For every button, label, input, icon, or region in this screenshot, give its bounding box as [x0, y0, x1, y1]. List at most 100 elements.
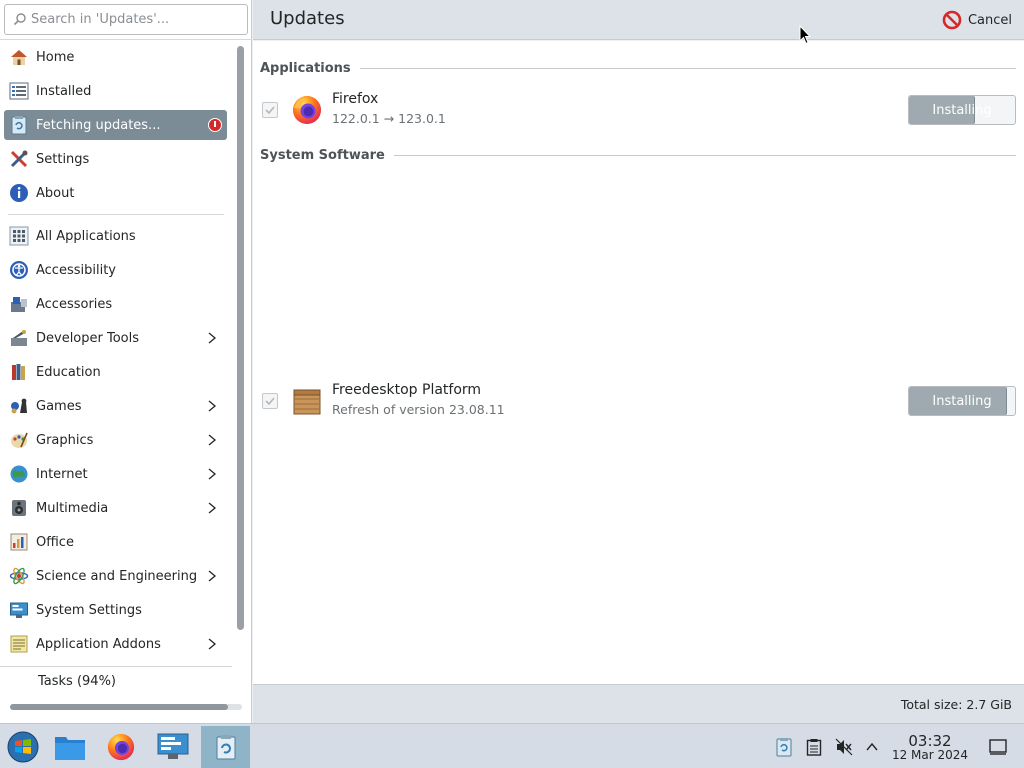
- cancel-icon: [942, 10, 962, 30]
- sidebar-item-office[interactable]: Office: [4, 527, 227, 557]
- sidebar-item-installed[interactable]: Installed: [4, 76, 227, 106]
- volume-muted-icon[interactable]: [833, 736, 855, 758]
- sidebar-item-label: Developer Tools: [36, 330, 140, 346]
- header: Updates Cancel: [253, 0, 1024, 40]
- sidebar-item-label: Science and Engineering: [36, 568, 198, 584]
- update-item-freedesktop-platform: Freedesktop Platform Refresh of version …: [253, 381, 1024, 425]
- sidebar-item-accessories[interactable]: Accessories: [4, 289, 227, 319]
- start-menu-icon: [7, 731, 39, 763]
- installed-list-icon: [8, 80, 30, 102]
- cancel-button[interactable]: Cancel: [942, 8, 1012, 32]
- app-name: Firefox: [332, 91, 379, 107]
- app-version-change: Refresh of version 23.08.11: [332, 402, 505, 417]
- alert-badge-icon: [208, 118, 222, 132]
- sidebar-item-label: Application Addons: [36, 636, 161, 652]
- tasks-progress-fill: [10, 704, 229, 710]
- installing-button[interactable]: Installing: [908, 386, 1016, 416]
- tasks-separator: [0, 666, 232, 667]
- clock-date[interactable]: 12 Mar 2024: [886, 748, 974, 762]
- sidebar-item-education[interactable]: Education: [4, 357, 227, 387]
- sidebar-item-games[interactable]: Games: [4, 391, 227, 421]
- sidebar-item-multimedia[interactable]: Multimedia: [4, 493, 227, 523]
- section-divider: [393, 155, 1016, 156]
- taskbar-software-center[interactable]: [201, 726, 250, 768]
- sidebar-scrollbar[interactable]: [237, 46, 244, 630]
- all-applications-icon: [8, 225, 30, 247]
- chevron-right-icon: [208, 434, 217, 446]
- updates-tray-icon[interactable]: [773, 736, 795, 758]
- sidebar-item-label: System Settings: [36, 602, 142, 618]
- home-icon: [8, 46, 30, 68]
- taskbar-firefox[interactable]: [98, 726, 144, 768]
- education-icon: [8, 361, 30, 383]
- section-title: System Software: [260, 148, 385, 163]
- accessories-icon: [8, 293, 30, 315]
- section-header-system-software: System Software: [260, 148, 1016, 163]
- sidebar-item-label: Multimedia: [36, 500, 109, 516]
- sidebar-item-accessibility[interactable]: Accessibility: [4, 255, 227, 285]
- sidebar-item-label: Education: [36, 364, 101, 380]
- taskbar-file-manager[interactable]: [47, 726, 93, 768]
- sidebar-item-label: Office: [36, 534, 74, 550]
- show-desktop-icon[interactable]: [987, 736, 1009, 758]
- total-size: Total size: 2.7 GiB: [900, 697, 1012, 712]
- developer-tools-icon: [8, 327, 30, 349]
- package-box-icon: [293, 389, 321, 415]
- sidebar-item-label: Internet: [36, 466, 88, 482]
- chevron-right-icon: [208, 400, 217, 412]
- start-menu-button[interactable]: [0, 726, 46, 768]
- clipboard-icon[interactable]: [803, 736, 825, 758]
- sidebar-item-graphics[interactable]: Graphics: [4, 425, 227, 455]
- sidebar-item-internet[interactable]: Internet: [4, 459, 227, 489]
- science-icon: [8, 565, 30, 587]
- sidebar-item-home[interactable]: Home: [4, 42, 227, 72]
- chevron-right-icon: [208, 332, 217, 344]
- sidebar-item-label: All Applications: [36, 228, 136, 244]
- sidebar: Home Installed Fetching updates... Setti…: [0, 0, 252, 723]
- section-header-applications: Applications: [260, 61, 1016, 76]
- internet-icon: [8, 463, 30, 485]
- sidebar-item-about[interactable]: About: [4, 178, 227, 208]
- section-divider: [359, 68, 1016, 69]
- sidebar-item-label: Settings: [36, 151, 90, 167]
- sidebar-nav: Home Installed Fetching updates... Setti…: [0, 40, 232, 666]
- app-name: Freedesktop Platform: [332, 382, 482, 398]
- tasks-progress-bar: [10, 704, 242, 710]
- tasks-label[interactable]: Tasks (94%): [38, 674, 116, 689]
- footer: Total size: 2.7 GiB: [253, 684, 1024, 723]
- settings-icon: [8, 148, 30, 170]
- sidebar-item-application-addons[interactable]: Application Addons: [4, 629, 227, 659]
- accessibility-icon: [8, 259, 30, 281]
- sidebar-item-label: Accessibility: [36, 262, 116, 278]
- section-title: Applications: [260, 61, 351, 76]
- sidebar-item-updates[interactable]: Fetching updates...: [4, 110, 227, 140]
- sidebar-item-label: About: [36, 185, 75, 201]
- sidebar-item-settings[interactable]: Settings: [4, 144, 227, 174]
- about-info-icon: [8, 182, 30, 204]
- mouse-cursor-icon: [799, 25, 811, 45]
- firefox-icon: [293, 96, 321, 124]
- update-checkbox[interactable]: [262, 102, 278, 118]
- updates-icon: [8, 114, 30, 136]
- system-settings-icon: [8, 599, 30, 621]
- sidebar-item-label: Installed: [36, 83, 92, 99]
- firefox-icon: [107, 733, 135, 761]
- search-input[interactable]: [31, 5, 245, 34]
- taskbar: 03:32 12 Mar 2024: [0, 723, 1024, 768]
- installing-button[interactable]: Installing: [908, 95, 1016, 125]
- cancel-label: Cancel: [967, 12, 1012, 28]
- search-box[interactable]: [4, 4, 248, 35]
- sidebar-item-system-settings[interactable]: System Settings: [4, 595, 227, 625]
- sidebar-item-all-applications[interactable]: All Applications: [4, 221, 227, 251]
- install-label: Installing: [932, 393, 992, 409]
- chevron-right-icon: [208, 468, 217, 480]
- chevron-right-icon: [208, 570, 217, 582]
- taskbar-system-monitor[interactable]: [150, 726, 196, 768]
- sidebar-item-developer-tools[interactable]: Developer Tools: [4, 323, 227, 353]
- chevron-right-icon: [208, 502, 217, 514]
- update-checkbox[interactable]: [262, 393, 278, 409]
- updates-list: Applications Firefox 122.0.1 → 123.0.1 I…: [253, 41, 1024, 684]
- sidebar-item-label: Games: [36, 398, 82, 414]
- tray-expand-icon[interactable]: [861, 736, 883, 758]
- sidebar-item-science[interactable]: Science and Engineering: [4, 561, 227, 591]
